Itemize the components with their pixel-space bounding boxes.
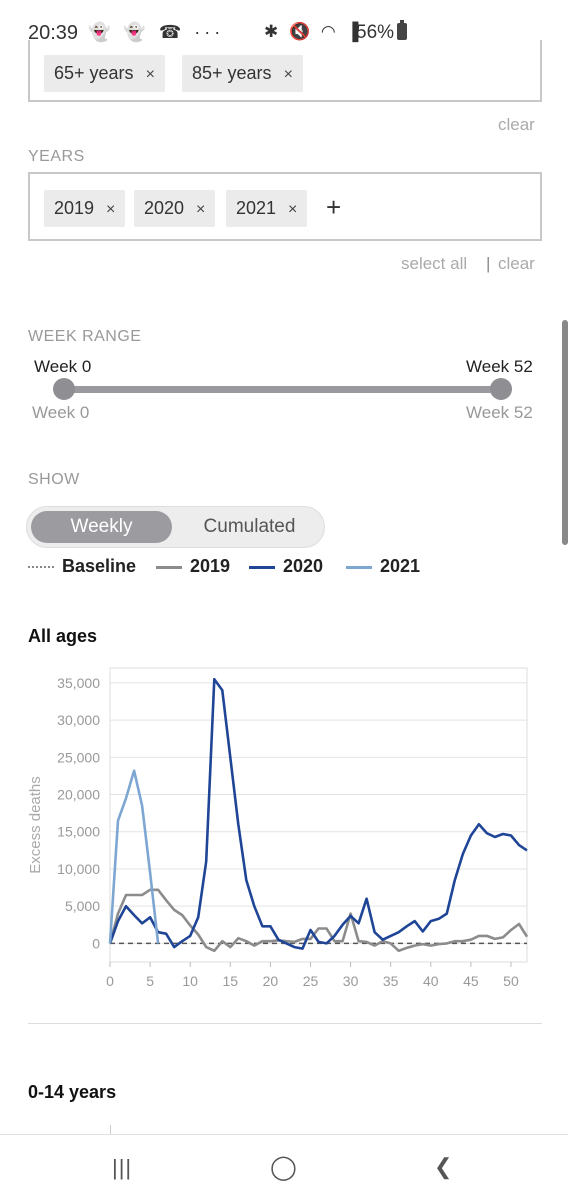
add-year-icon[interactable]: + [326, 192, 341, 223]
system-icons: ✱ 🔇 ◠ ▐ [264, 22, 362, 41]
select-all-years-link[interactable]: select all [401, 254, 467, 274]
remove-chip-icon[interactable]: × [196, 201, 205, 218]
link-separator: | [486, 254, 491, 273]
week-end-value: Week 52 [466, 357, 533, 376]
show-toggle[interactable]: Weekly Cumulated [26, 506, 325, 548]
x-tick-label: 20 [263, 973, 279, 989]
x-tick-label: 35 [383, 973, 399, 989]
remove-chip-icon[interactable]: × [288, 201, 297, 218]
week-range-start-handle[interactable] [53, 378, 75, 400]
y-tick-label: 15,000 [57, 824, 100, 840]
week-range-label: WEEK RANGE [28, 328, 142, 345]
year-chip[interactable]: 2019 × [44, 190, 126, 227]
x-tick-label: 10 [182, 973, 198, 989]
week-start-value: Week 0 [34, 357, 92, 376]
x-tick-label: 45 [463, 973, 479, 989]
x-tick-label: 5 [146, 973, 154, 989]
week-range-end-handle[interactable] [490, 378, 512, 400]
y-tick-label: 30,000 [57, 712, 100, 728]
recents-icon[interactable]: ||| [112, 1155, 132, 1181]
y-axis-label: Excess deaths [27, 776, 44, 874]
remove-chip-icon[interactable]: × [146, 66, 155, 83]
legend-item-2021[interactable]: 2021 [346, 556, 420, 577]
legend-item-2020[interactable]: 2020 [249, 556, 323, 577]
second-chart-title: 0-14 years [28, 1082, 117, 1102]
week-range-track[interactable] [63, 386, 501, 393]
y-tick-label: 35,000 [57, 675, 100, 691]
x-tick-label: 0 [106, 973, 114, 989]
x-tick-label: 50 [503, 973, 519, 989]
year-chip[interactable]: 2021 × [226, 190, 308, 227]
y-tick-label: 20,000 [57, 787, 100, 803]
clear-age-link[interactable]: clear [498, 115, 535, 135]
plot-frame [109, 667, 528, 963]
y-tick-label: 10,000 [57, 861, 100, 877]
chart-legend: Baseline 2019 2020 2021 [28, 556, 542, 580]
x-tick-label: 25 [303, 973, 319, 989]
legend-swatch [346, 565, 372, 569]
age-chip[interactable]: 85+ years × [182, 55, 303, 92]
legend-swatch [28, 566, 54, 569]
battery-icon [397, 20, 408, 40]
remove-chip-icon[interactable]: × [284, 66, 293, 83]
chart-title: All ages [28, 626, 98, 646]
age-chip[interactable]: 65+ years × [44, 55, 165, 92]
legend-swatch [156, 565, 182, 569]
home-icon[interactable]: ◯ [270, 1153, 297, 1182]
y-tick-label: 0 [92, 935, 100, 951]
x-tick-label: 15 [222, 973, 238, 989]
x-tick-label: 30 [343, 973, 359, 989]
remove-chip-icon[interactable]: × [106, 201, 115, 218]
show-label: SHOW [28, 471, 80, 488]
clear-years-link[interactable]: clear [498, 254, 535, 274]
legend-item-baseline[interactable]: Baseline [28, 556, 136, 577]
back-icon[interactable]: ❮ [434, 1154, 452, 1180]
week-max-label: Week 52 [466, 403, 533, 422]
section-divider [28, 1023, 542, 1024]
years-field[interactable]: 2019 × 2020 × 2021 × + [28, 172, 542, 241]
weekly-option[interactable]: Weekly [31, 511, 172, 543]
x-tick-label: 40 [423, 973, 439, 989]
year-chip[interactable]: 2020 × [134, 190, 216, 227]
excess-deaths-chart: 0 5,000 10,000 15,000 20,000 25,000 30,000 35,0… [27, 667, 529, 989]
legend-swatch [249, 565, 275, 569]
age-group-field[interactable]: 65+ years × 85+ years × [28, 40, 542, 102]
week-min-label: Week 0 [32, 403, 90, 422]
years-label: YEARS [28, 148, 85, 165]
y-tick-label: 25,000 [57, 749, 100, 765]
cumulated-option[interactable]: Cumulated [177, 511, 322, 543]
navigation-bar: ||| ◯ ❮ [0, 1134, 568, 1201]
scrollbar[interactable] [562, 320, 568, 545]
y-tick-label: 5,000 [65, 898, 100, 914]
legend-item-2019[interactable]: 2019 [156, 556, 230, 577]
